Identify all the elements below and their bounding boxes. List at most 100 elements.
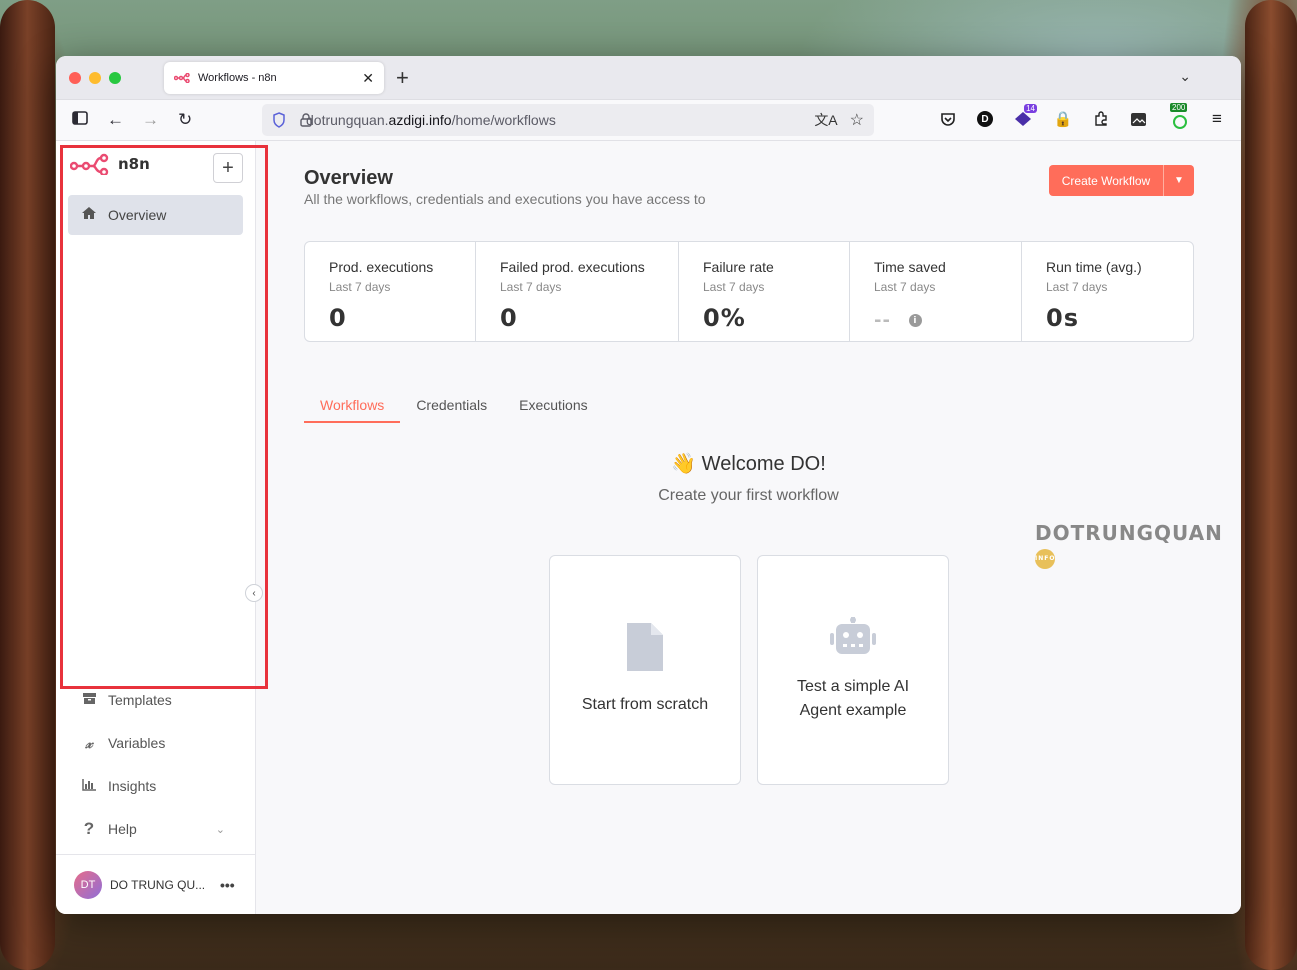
chevron-down-icon[interactable]: ▼: [1164, 165, 1194, 196]
reload-icon[interactable]: ↻: [178, 109, 192, 131]
stat-subtitle: Last 7 days: [500, 280, 562, 294]
collapse-sidebar-button[interactable]: ‹: [245, 584, 263, 602]
question-icon: ?: [83, 819, 95, 838]
welcome-heading: 👋 Welcome DO!: [671, 453, 826, 475]
avatar: DT: [74, 870, 102, 899]
add-button[interactable]: +: [213, 153, 243, 183]
bookmark-star-icon[interactable]: ☆: [850, 110, 864, 130]
variable-x-icon: 𝓍: [85, 734, 93, 752]
stat-failed-executions: Failed prod. executions Last 7 days 0: [476, 242, 679, 341]
sidebar-toggle-icon[interactable]: [72, 109, 88, 131]
background-tree-trunk: [0, 0, 55, 970]
sidebar-item-label: Overview: [108, 207, 167, 223]
ext-d-label: D: [977, 111, 993, 127]
more-options-icon[interactable]: •••: [220, 877, 235, 893]
sidebar-item-templates[interactable]: Templates: [68, 680, 243, 720]
sidebar-item-variables[interactable]: 𝓍 Variables: [68, 723, 243, 763]
extension-diamond-icon[interactable]: 14: [1013, 104, 1037, 129]
sidebar-item-label: Templates: [108, 692, 172, 708]
watermark-logo: DOTRUNGQUAN INFO: [1035, 521, 1241, 569]
stat-subtitle: Last 7 days: [329, 280, 391, 294]
create-workflow-button[interactable]: Create Workflow ▼: [1049, 165, 1194, 196]
stat-value: 0: [500, 304, 518, 332]
stat-title: Run time (avg.): [1046, 259, 1142, 275]
card-label: Test a simple AI Agent example: [796, 678, 910, 719]
tab-title: Workflows - n8n: [198, 72, 277, 84]
stat-subtitle: Last 7 days: [703, 280, 765, 294]
create-workflow-label[interactable]: Create Workflow: [1049, 165, 1164, 196]
info-icon[interactable]: i: [908, 314, 922, 327]
tab-credentials[interactable]: Credentials: [400, 393, 503, 423]
stat-subtitle: Last 7 days: [874, 280, 936, 294]
sidebar-item-label: Help: [108, 821, 137, 837]
maximize-window-dot[interactable]: [109, 72, 121, 84]
stat-time-saved: Time saved Last 7 days -- i: [850, 242, 1022, 341]
chevron-down-icon[interactable]: ⌄: [216, 823, 225, 836]
sidebar: n8n + Overview ‹ Templates 𝓍 Variables I…: [56, 141, 268, 914]
sidebar-item-label: Variables: [108, 735, 166, 751]
url-prefix: dotrungquan.: [306, 112, 389, 128]
card-label: Start from scratch: [581, 696, 709, 713]
stats-panel: Prod. executions Last 7 days 0 Failed pr…: [304, 241, 1194, 342]
back-arrow-icon[interactable]: ←: [107, 109, 124, 131]
robot-icon: [830, 617, 876, 654]
watermark-text: DOTRUNGQUAN: [1035, 521, 1223, 545]
box-icon: [80, 692, 98, 709]
n8n-favicon-icon: [174, 73, 190, 83]
browser-navbar: ← → ↻ dotrungquan.azdigi.info/home/workf…: [56, 100, 1241, 141]
translate-icon[interactable]: 文A: [814, 110, 837, 130]
sidebar-item-insights[interactable]: Insights: [68, 766, 243, 806]
pocket-icon[interactable]: [938, 109, 958, 129]
chevron-down-icon[interactable]: ⌄: [1179, 68, 1191, 85]
browser-tabbar: Workflows - n8n ✕ + ⌄: [56, 56, 1241, 100]
sidebar-item-help[interactable]: ? Help ⌄: [68, 809, 243, 849]
sidebar-item-label: Insights: [108, 778, 157, 794]
image-extension-icon[interactable]: [1128, 109, 1148, 129]
page-title: Overview: [304, 167, 393, 189]
hamburger-menu-icon[interactable]: ≡: [1207, 109, 1227, 129]
stat-value: 0: [329, 304, 347, 332]
browser-window: Workflows - n8n ✕ + ⌄ ← → ↻ dotrungquan.…: [56, 56, 1241, 914]
stat-title: Failure rate: [703, 259, 774, 275]
new-tab-icon[interactable]: +: [396, 65, 409, 91]
main-content: Overview All the workflows, credentials …: [256, 141, 1241, 914]
n8n-brand[interactable]: n8n: [70, 153, 150, 175]
ai-agent-example-card[interactable]: Test a simple AI Agent example: [757, 555, 949, 785]
tab-executions[interactable]: Executions: [503, 393, 603, 423]
stat-title: Time saved: [874, 259, 946, 275]
url-domain: azdigi.info: [388, 112, 452, 128]
stat-subtitle: Last 7 days: [1046, 280, 1108, 294]
n8n-logo-icon: [70, 153, 109, 175]
brand-name: n8n: [118, 155, 150, 173]
minimize-window-dot[interactable]: [89, 72, 101, 84]
url-path: /home/workflows: [451, 112, 556, 128]
stat-value: 0%: [703, 304, 746, 332]
home-icon: [80, 206, 98, 224]
shield-icon: [273, 112, 285, 128]
extension-d-icon[interactable]: D: [975, 109, 995, 129]
background-tree-trunk: [1245, 0, 1297, 970]
close-window-dot[interactable]: [69, 72, 81, 84]
url-bar[interactable]: dotrungquan.azdigi.info/home/workflows 文…: [262, 104, 874, 136]
lock-extension-icon[interactable]: 🔒: [1053, 109, 1073, 129]
browser-tab[interactable]: Workflows - n8n ✕: [164, 62, 384, 94]
user-menu[interactable]: DT DO TRUNG QU... •••: [56, 854, 256, 914]
document-icon: [627, 623, 663, 671]
puzzle-extension-icon[interactable]: [1091, 109, 1111, 129]
stat-title: Failed prod. executions: [500, 259, 645, 275]
stat-title: Prod. executions: [329, 259, 434, 275]
status-extension-icon[interactable]: 200: [1170, 103, 1190, 129]
tab-workflows[interactable]: Workflows: [304, 393, 401, 423]
lock-icon: [300, 113, 312, 127]
sidebar-item-overview[interactable]: Overview: [68, 195, 243, 235]
start-from-scratch-card[interactable]: Start from scratch: [549, 555, 741, 785]
watermark-badge: INFO: [1035, 548, 1055, 569]
forward-arrow-icon[interactable]: →: [142, 109, 159, 131]
stat-run-time: Run time (avg.) Last 7 days 0s: [1022, 242, 1193, 341]
welcome-subtitle: Create your first workflow: [658, 487, 839, 504]
content-tabs: Workflows Credentials Executions: [304, 393, 604, 423]
url-text[interactable]: dotrungquan.azdigi.info/home/workflows: [306, 112, 814, 128]
ext-badge-count: 14: [1024, 104, 1037, 113]
close-tab-icon[interactable]: ✕: [362, 70, 374, 87]
stat-value-text: --: [874, 310, 891, 331]
